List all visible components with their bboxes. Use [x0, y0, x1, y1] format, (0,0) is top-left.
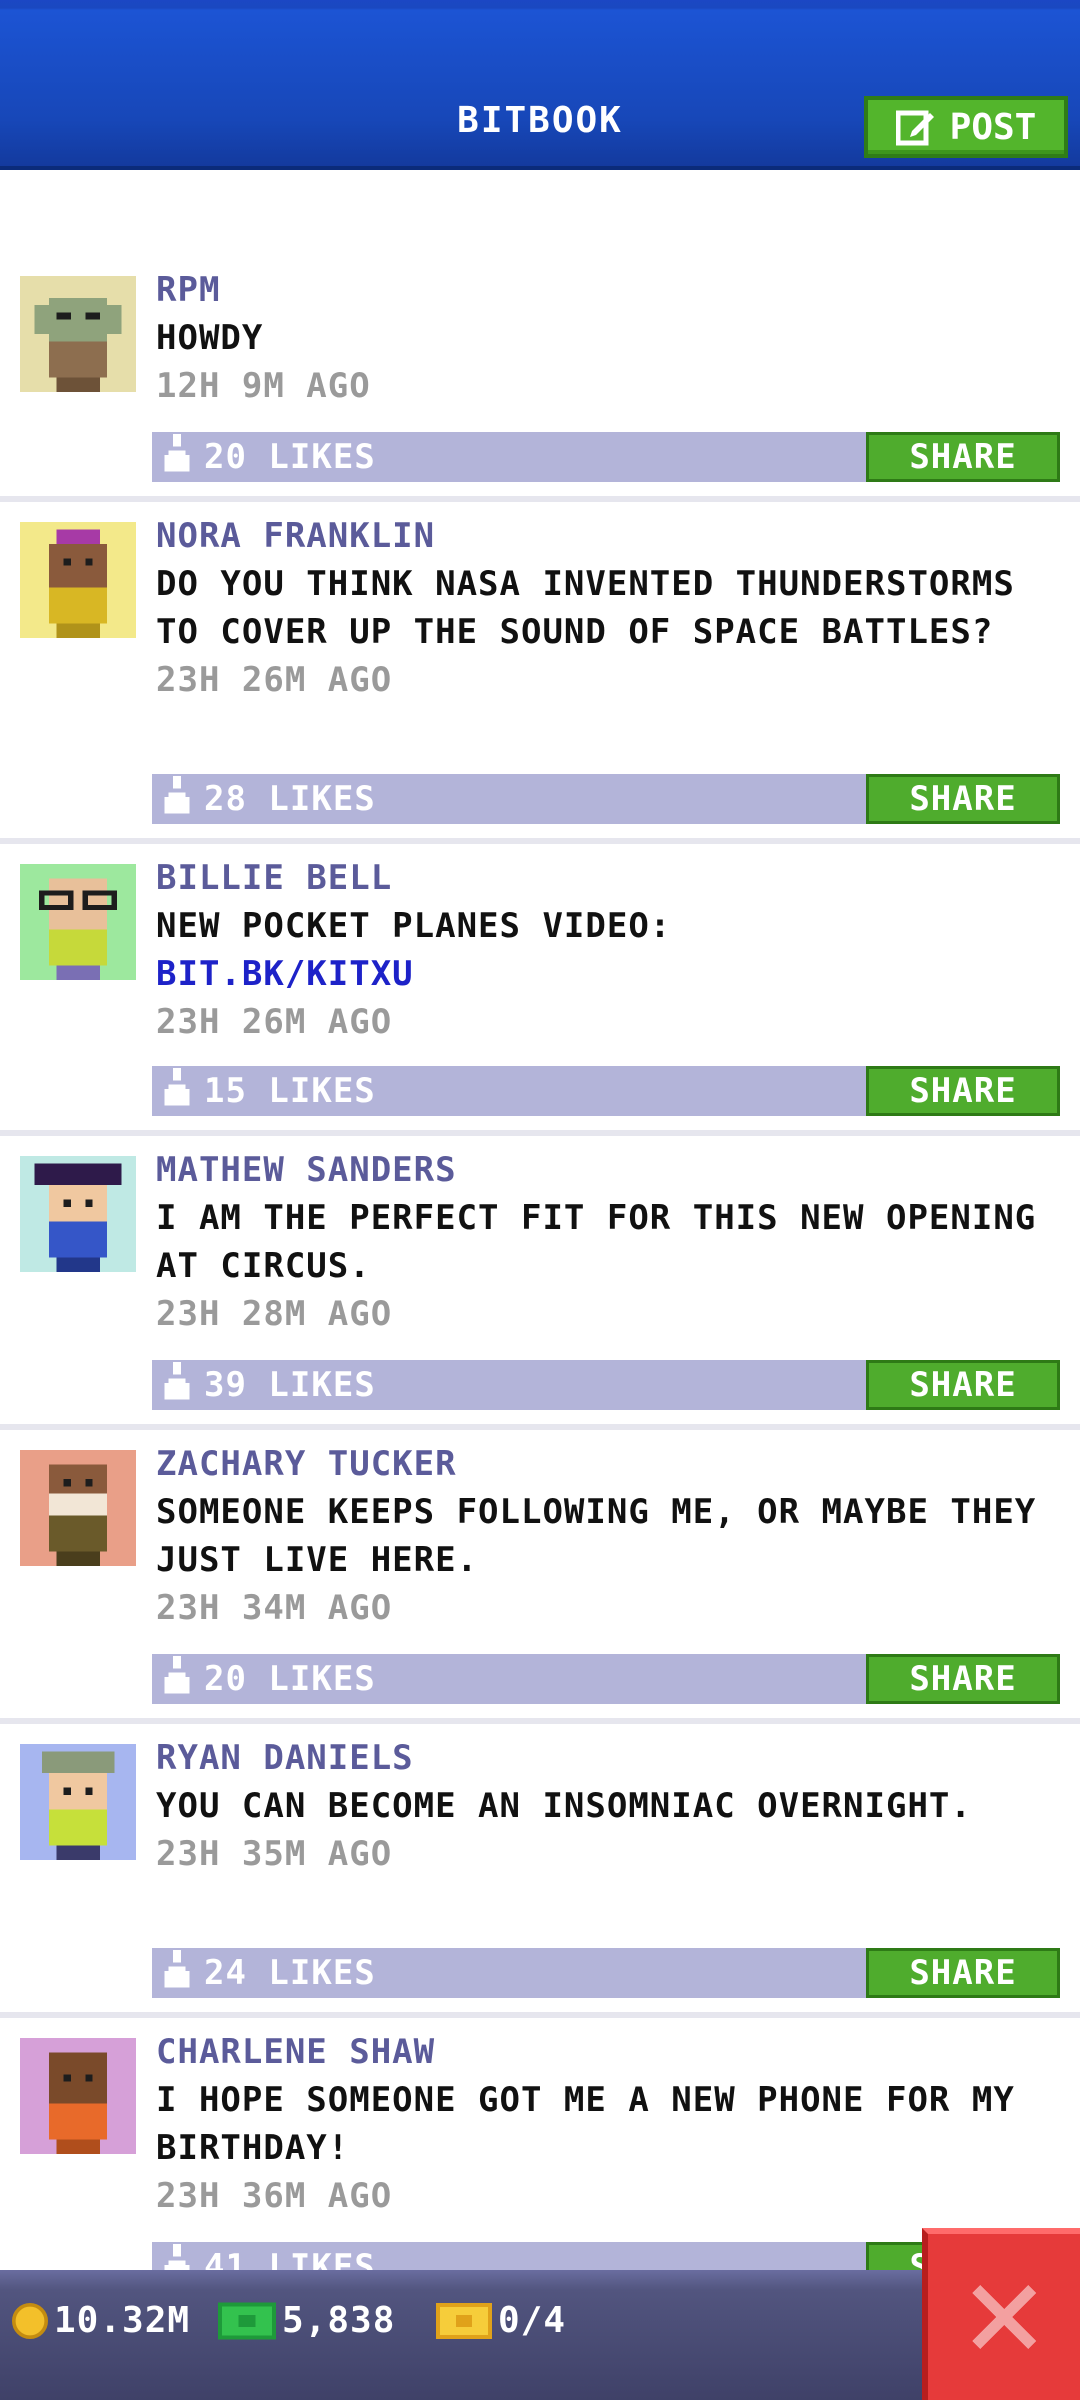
post-author[interactable]: NORA FRANKLIN — [156, 512, 1068, 560]
close-button[interactable] — [922, 2228, 1080, 2400]
likes-bar: 24 LIKES SHARE — [152, 1948, 1060, 1998]
post-time: 23H 34M AGO — [156, 1588, 393, 1628]
dark-skin-avatar-icon[interactable] — [20, 2038, 136, 2154]
post-message: YOU CAN BECOME AN INSOMNIAC OVERNIGHT. — [156, 1786, 972, 1826]
share-button[interactable]: SHARE — [866, 1360, 1060, 1410]
woman-avatar-icon[interactable] — [20, 522, 136, 638]
post-content: RPM HOWDY 12H 9M AGO — [156, 266, 1068, 410]
likes-count: 28 LIKES — [204, 779, 376, 819]
post-time: 12H 9M AGO — [156, 366, 371, 406]
edit-icon — [895, 110, 934, 146]
coin-icon — [12, 2302, 48, 2339]
likes-count: 24 LIKES — [204, 1953, 376, 1993]
post-content: MATHEW SANDERS I AM THE PERFECT FIT FOR … — [156, 1146, 1068, 1338]
post-message: NEW POCKET PLANES VIDEO: BIT.BK/KITXU — [156, 906, 672, 994]
likes-bar: 28 LIKES SHARE — [152, 774, 1060, 824]
feed-post: RPM HOWDY 12H 9M AGO 20 LIKES SHARE — [0, 256, 1080, 502]
thumbs-up-icon[interactable] — [160, 1950, 194, 1996]
coins-value: 10.32M — [54, 2300, 191, 2341]
feed-post: MATHEW SANDERS I AM THE PERFECT FIT FOR … — [0, 1136, 1080, 1430]
likes-count: 39 LIKES — [204, 1365, 376, 1405]
post-author[interactable]: RPM — [156, 266, 1068, 314]
share-button[interactable]: SHARE — [866, 432, 1060, 482]
post-message: I HOPE SOMEONE GOT ME A NEW PHONE FOR MY… — [156, 2080, 1015, 2168]
post-button-label: POST — [949, 106, 1037, 148]
thumbs-up-icon[interactable] — [160, 1362, 194, 1408]
ticket-icon — [436, 2302, 492, 2339]
alien-avatar-icon[interactable] — [20, 276, 136, 392]
coins-stat: 10.32M — [12, 2300, 190, 2341]
bearded-avatar-icon[interactable] — [20, 1450, 136, 1566]
post-author[interactable]: CHARLENE SHAW — [156, 2028, 1068, 2076]
feed-list: RPM HOWDY 12H 9M AGO 20 LIKES SHARE NORA… — [0, 256, 1080, 2312]
tickets-stat: 0/4 — [436, 2300, 566, 2341]
post-content: NORA FRANKLIN DO YOU THINK NASA INVENTED… — [156, 512, 1068, 704]
feed-post: CHARLENE SHAW I HOPE SOMEONE GOT ME A NE… — [0, 2018, 1080, 2312]
bux-value: 5,838 — [282, 2300, 396, 2341]
bux-stat: 5,838 — [218, 2300, 395, 2341]
likes-bar: 20 LIKES SHARE — [152, 1654, 1060, 1704]
pirate-avatar-icon[interactable] — [20, 1156, 136, 1272]
likes-bar: 39 LIKES SHARE — [152, 1360, 1060, 1410]
close-icon — [972, 2285, 1036, 2349]
share-button[interactable]: SHARE — [866, 1654, 1060, 1704]
post-time: 23H 36M AGO — [156, 2176, 393, 2216]
post-time: 23H 35M AGO — [156, 1834, 393, 1874]
share-button[interactable]: SHARE — [866, 774, 1060, 824]
glasses-avatar-icon[interactable] — [20, 864, 136, 980]
post-message: HOWDY — [156, 318, 264, 358]
share-button[interactable]: SHARE — [866, 1948, 1060, 1998]
likes-count: 15 LIKES — [204, 1071, 376, 1111]
post-author[interactable]: RYAN DANIELS — [156, 1734, 1068, 1782]
post-content: CHARLENE SHAW I HOPE SOMEONE GOT ME A NE… — [156, 2028, 1068, 2220]
post-button[interactable]: POST — [864, 96, 1068, 158]
post-message: DO YOU THINK NASA INVENTED THUNDERSTORMS… — [156, 564, 1015, 652]
post-time: 23H 26M AGO — [156, 660, 393, 700]
thumbs-up-icon[interactable] — [160, 434, 194, 480]
post-link[interactable]: BIT.BK/KITXU — [156, 954, 414, 994]
post-content: ZACHARY TUCKER SOMEONE KEEPS FOLLOWING M… — [156, 1440, 1068, 1632]
likes-bar: 20 LIKES SHARE — [152, 432, 1060, 482]
tickets-value: 0/4 — [498, 2300, 567, 2341]
currency-bar: 10.32M 5,838 0/4 — [0, 2270, 1080, 2400]
likes-bar: 15 LIKES SHARE — [152, 1066, 1060, 1116]
post-time: 23H 26M AGO — [156, 1002, 393, 1042]
post-author[interactable]: MATHEW SANDERS — [156, 1146, 1068, 1194]
post-message: SOMEONE KEEPS FOLLOWING ME, OR MAYBE THE… — [156, 1492, 1037, 1580]
post-content: RYAN DANIELS YOU CAN BECOME AN INSOMNIAC… — [156, 1734, 1068, 1878]
post-content: BILLIE BELL NEW POCKET PLANES VIDEO: BIT.… — [156, 854, 1068, 1046]
share-button[interactable]: SHARE — [866, 1066, 1060, 1116]
thumbs-up-icon[interactable] — [160, 1068, 194, 1114]
post-author[interactable]: BILLIE BELL — [156, 854, 1068, 902]
likes-count: 20 LIKES — [204, 1659, 376, 1699]
thumbs-up-icon[interactable] — [160, 1656, 194, 1702]
thumbs-up-icon[interactable] — [160, 776, 194, 822]
post-message: I AM THE PERFECT FIT FOR THIS NEW OPENIN… — [156, 1198, 1037, 1286]
likes-count: 20 LIKES — [204, 437, 376, 477]
feed-post: RYAN DANIELS YOU CAN BECOME AN INSOMNIAC… — [0, 1724, 1080, 2018]
post-author[interactable]: ZACHARY TUCKER — [156, 1440, 1068, 1488]
feed-post: NORA FRANKLIN DO YOU THINK NASA INVENTED… — [0, 502, 1080, 844]
bux-icon — [218, 2301, 276, 2340]
cap-avatar-icon[interactable] — [20, 1744, 136, 1860]
post-time: 23H 28M AGO — [156, 1294, 393, 1334]
feed-post: ZACHARY TUCKER SOMEONE KEEPS FOLLOWING M… — [0, 1430, 1080, 1724]
app-header: BITBOOK POST — [0, 0, 1080, 170]
feed-post: BILLIE BELL NEW POCKET PLANES VIDEO: BIT.… — [0, 844, 1080, 1136]
